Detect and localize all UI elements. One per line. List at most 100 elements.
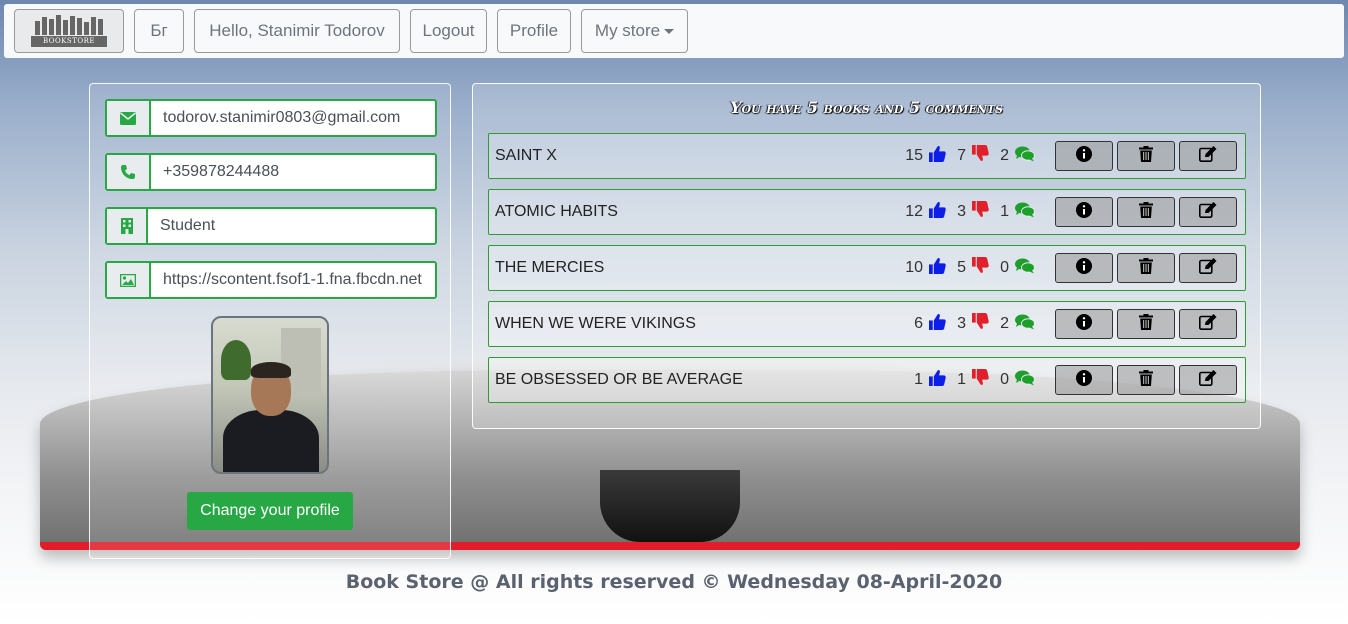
- info-icon: [1076, 313, 1092, 335]
- image-icon: [107, 263, 151, 297]
- comments-count: 0: [1000, 259, 1009, 276]
- book-stats: 15 7 2: [905, 134, 1035, 178]
- book-delete-button[interactable]: [1117, 309, 1175, 339]
- book-stats: 10 5 0: [905, 246, 1035, 290]
- profile-button[interactable]: Profile: [497, 9, 571, 53]
- email-value: todorov.stanimir0803@gmail.com: [163, 109, 401, 126]
- book-row: THE MERCIES 10 5 0: [488, 245, 1246, 291]
- edit-icon: [1199, 201, 1217, 223]
- book-delete-button[interactable]: [1117, 141, 1175, 171]
- thumbs-up-icon[interactable]: [929, 369, 946, 391]
- book-info-button[interactable]: [1055, 141, 1113, 171]
- book-edit-button[interactable]: [1179, 309, 1237, 339]
- book-stats: 6 3 2: [909, 302, 1035, 346]
- navbar: BOOKSTORE Бг Hello, Stanimir Todorov Log…: [4, 4, 1344, 58]
- profile-avatar: [211, 316, 329, 474]
- info-icon: [1076, 257, 1092, 279]
- dislikes-count: 5: [957, 259, 966, 276]
- thumbs-up-icon[interactable]: [929, 257, 946, 279]
- edit-icon: [1199, 257, 1217, 279]
- book-delete-button[interactable]: [1117, 365, 1175, 395]
- info-icon: [1076, 369, 1092, 391]
- book-title: WHEN WE WERE VIKINGS: [495, 315, 696, 332]
- book-edit-button[interactable]: [1179, 365, 1237, 395]
- book-stats: 12 3 1: [905, 190, 1035, 234]
- background-book-spine: [600, 470, 740, 542]
- book-info-button[interactable]: [1055, 309, 1113, 339]
- caret-down-icon: [664, 28, 675, 34]
- book-delete-button[interactable]: [1117, 253, 1175, 283]
- book-edit-button[interactable]: [1179, 197, 1237, 227]
- thumbs-down-icon[interactable]: [972, 257, 989, 279]
- email-field[interactable]: todorov.stanimir0803@gmail.com: [105, 99, 437, 137]
- trash-icon: [1139, 201, 1153, 223]
- comments-count: 1: [1000, 203, 1009, 220]
- thumbs-up-icon[interactable]: [929, 201, 946, 223]
- footer: Book Store @ All rights reserved © Wedne…: [345, 571, 1003, 593]
- comments-icon[interactable]: [1015, 370, 1035, 391]
- edit-icon: [1199, 369, 1217, 391]
- book-row: BE OBSESSED OR BE AVERAGE 1 1 0: [488, 357, 1246, 403]
- thumbs-down-icon[interactable]: [972, 145, 989, 167]
- logo-text: BOOKSTORE: [31, 36, 107, 47]
- thumbs-down-icon[interactable]: [972, 369, 989, 391]
- book-delete-button[interactable]: [1117, 197, 1175, 227]
- comments-icon[interactable]: [1015, 314, 1035, 335]
- book-stats: 1 1 0: [909, 358, 1035, 402]
- image-url-value: https://scontent.fsof1-1.fna.fbcdn.net: [163, 271, 422, 288]
- logout-button[interactable]: Logout: [410, 9, 487, 53]
- book-title: THE MERCIES: [495, 259, 605, 276]
- book-info-button[interactable]: [1055, 365, 1113, 395]
- thumbs-down-icon[interactable]: [972, 201, 989, 223]
- comments-count: 2: [1000, 147, 1009, 164]
- likes-count: 6: [914, 315, 923, 332]
- phone-icon: [107, 155, 151, 189]
- phone-value: +359878244488: [163, 163, 280, 180]
- my-store-dropdown[interactable]: My store: [581, 9, 688, 53]
- comments-count: 2: [1000, 315, 1009, 332]
- book-edit-button[interactable]: [1179, 141, 1237, 171]
- likes-count: 15: [905, 147, 923, 164]
- occupation-value: Student: [160, 217, 216, 234]
- building-icon: [107, 209, 148, 243]
- envelope-icon: [107, 101, 151, 135]
- book-title: ATOMIC HABITS: [495, 203, 618, 220]
- comments-icon[interactable]: [1015, 146, 1035, 167]
- book-row: WHEN WE WERE VIKINGS 6 3 2: [488, 301, 1246, 347]
- trash-icon: [1139, 313, 1153, 335]
- thumbs-up-icon[interactable]: [929, 313, 946, 335]
- dislikes-count: 3: [957, 203, 966, 220]
- comments-icon[interactable]: [1015, 258, 1035, 279]
- change-profile-button[interactable]: Change your profile: [187, 492, 353, 530]
- info-icon: [1076, 201, 1092, 223]
- home-logo-button[interactable]: BOOKSTORE: [14, 9, 124, 53]
- comments-icon[interactable]: [1015, 202, 1035, 223]
- books-card: You have 5 books and 5 comments SAINT X …: [472, 83, 1261, 429]
- dislikes-count: 1: [957, 371, 966, 388]
- book-title: BE OBSESSED OR BE AVERAGE: [495, 371, 743, 388]
- book-title: SAINT X: [495, 147, 557, 164]
- thumbs-up-icon[interactable]: [929, 145, 946, 167]
- edit-icon: [1199, 145, 1217, 167]
- book-info-button[interactable]: [1055, 197, 1113, 227]
- phone-field[interactable]: +359878244488: [105, 153, 437, 191]
- trash-icon: [1139, 145, 1153, 167]
- profile-card: todorov.stanimir0803@gmail.com +35987824…: [89, 83, 451, 559]
- books-summary: You have 5 books and 5 comments: [730, 98, 1003, 117]
- book-row: ATOMIC HABITS 12 3 1: [488, 189, 1246, 235]
- trash-icon: [1139, 257, 1153, 279]
- book-edit-button[interactable]: [1179, 253, 1237, 283]
- dislikes-count: 3: [957, 315, 966, 332]
- language-button[interactable]: Бг: [134, 9, 184, 53]
- image-url-field[interactable]: https://scontent.fsof1-1.fna.fbcdn.net: [105, 261, 437, 299]
- comments-count: 0: [1000, 371, 1009, 388]
- greeting-button[interactable]: Hello, Stanimir Todorov: [194, 9, 400, 53]
- my-store-label: My store: [594, 21, 661, 40]
- dislikes-count: 7: [957, 147, 966, 164]
- edit-icon: [1199, 313, 1217, 335]
- likes-count: 10: [905, 259, 923, 276]
- thumbs-down-icon[interactable]: [972, 313, 989, 335]
- book-info-button[interactable]: [1055, 253, 1113, 283]
- likes-count: 1: [914, 371, 923, 388]
- occupation-field[interactable]: Student: [105, 207, 437, 245]
